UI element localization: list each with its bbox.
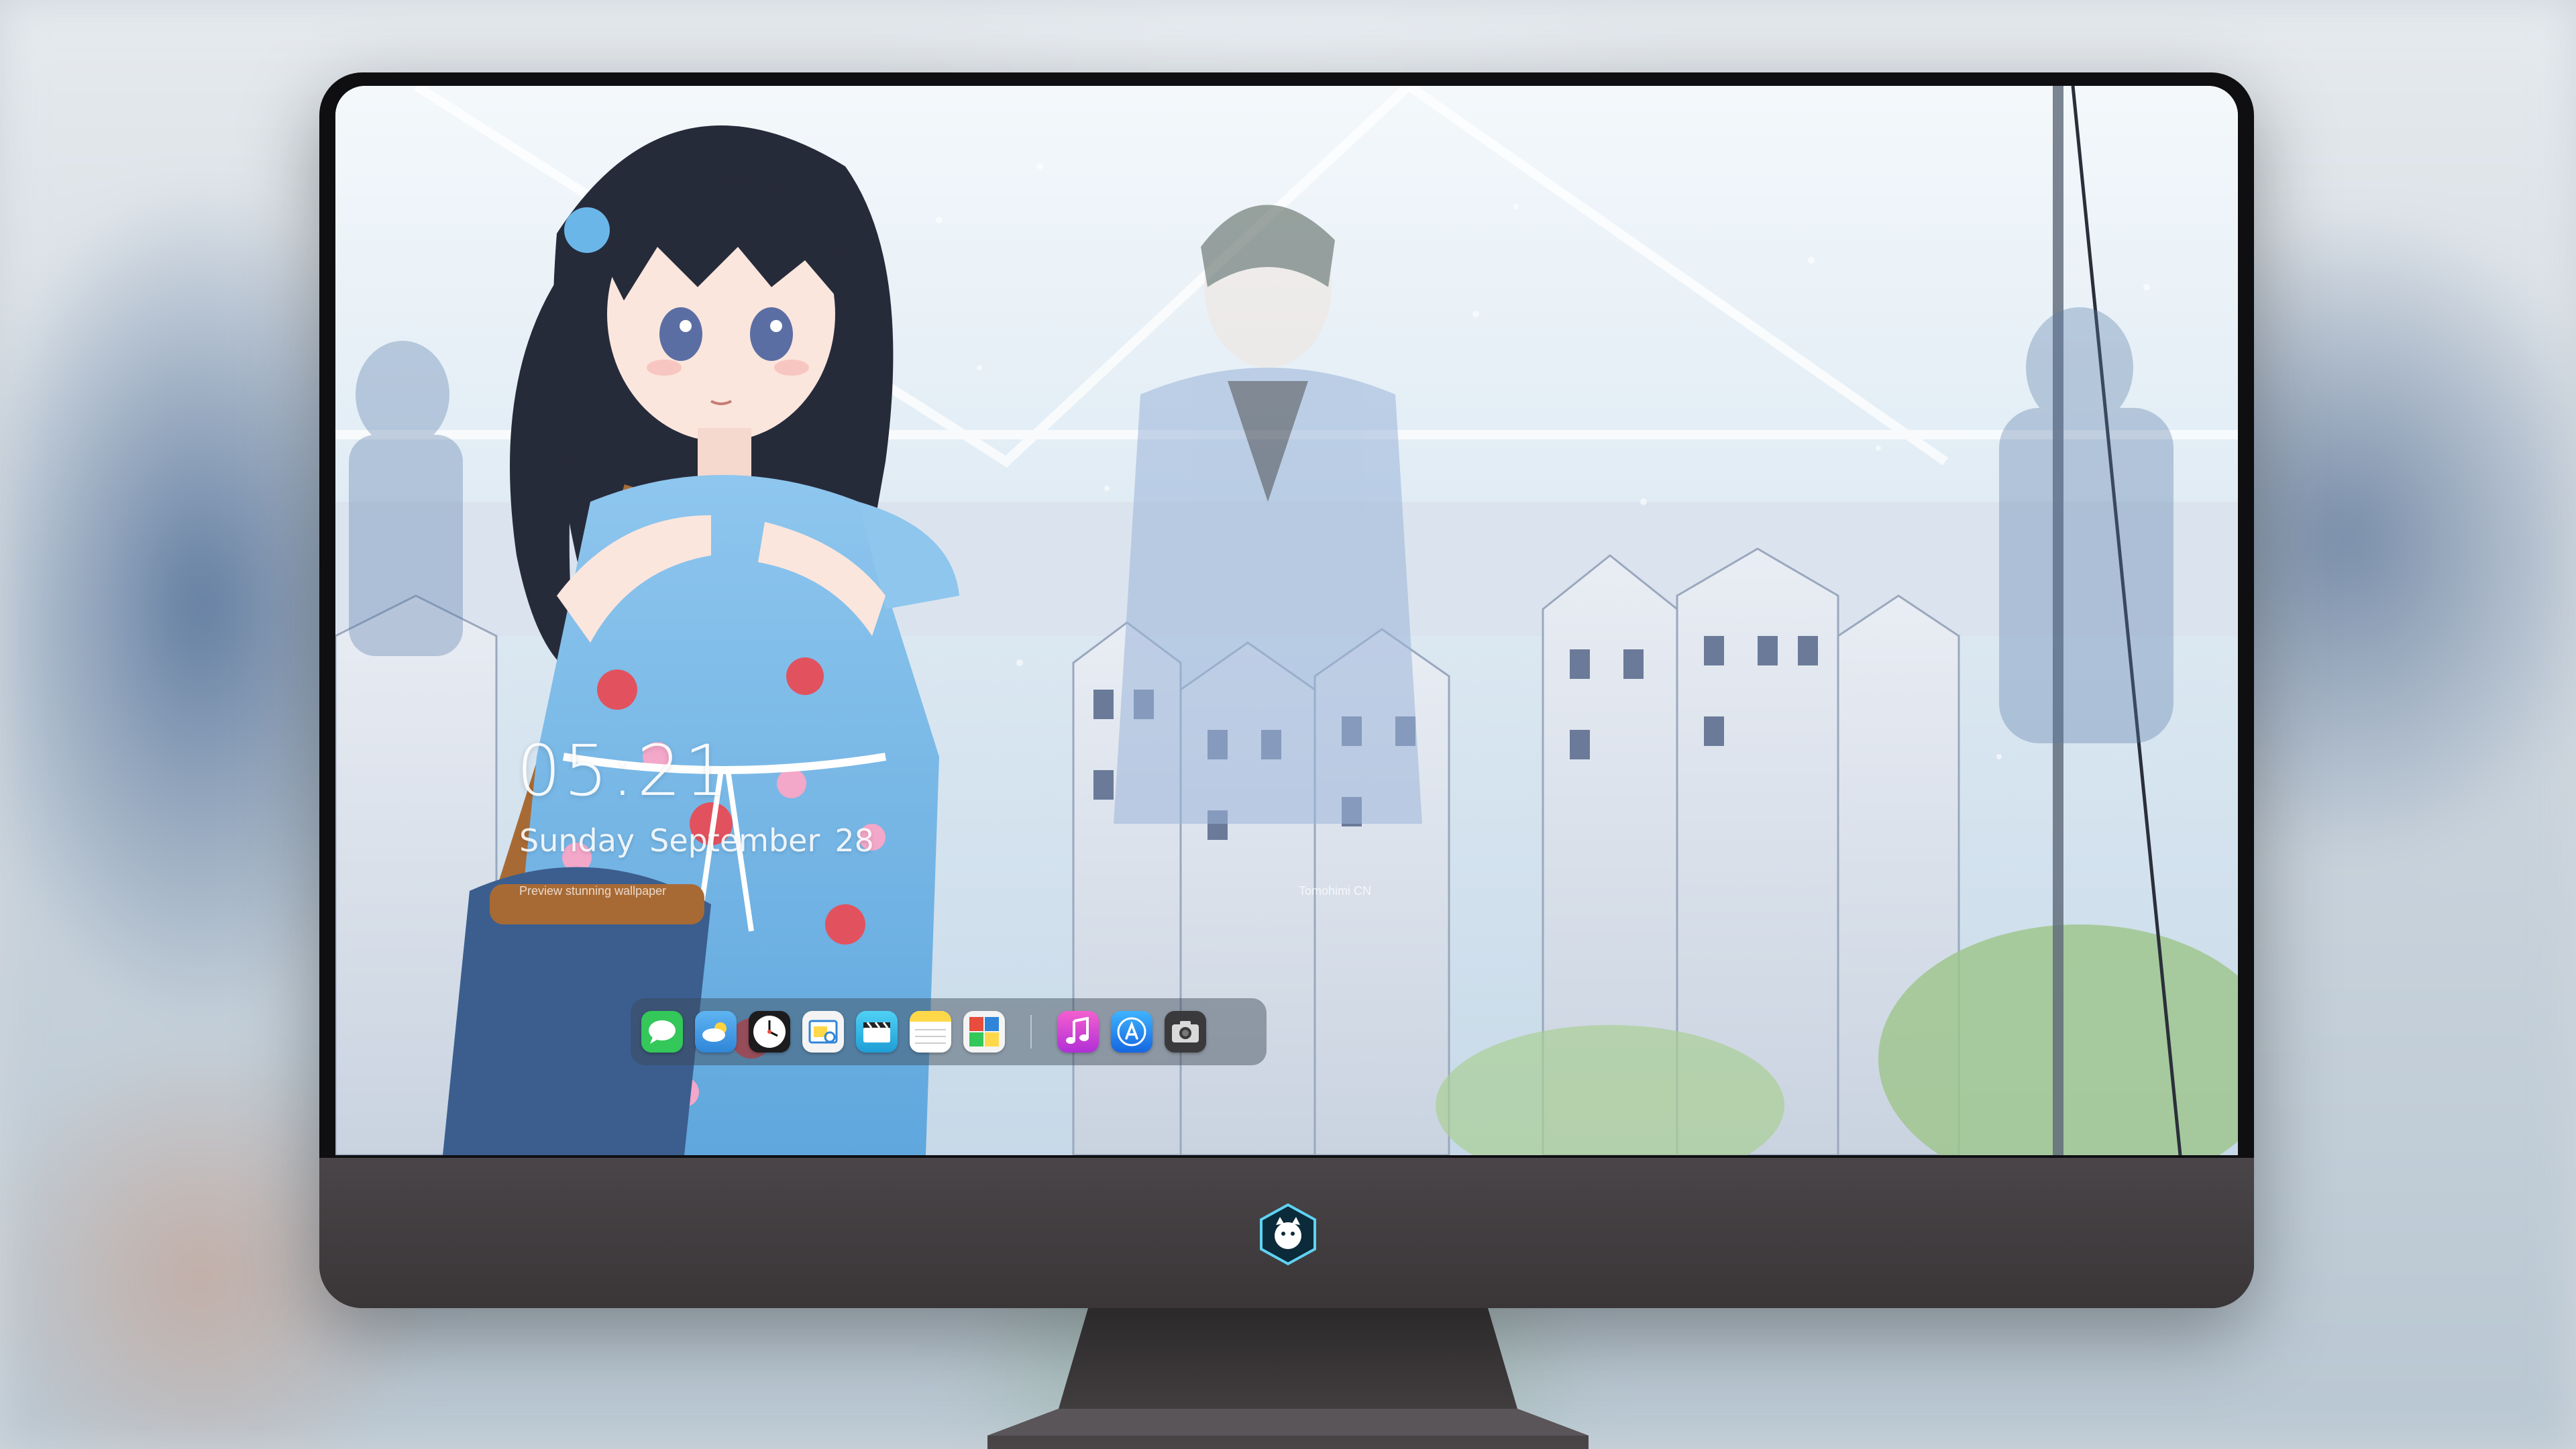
app-store-icon[interactable] [1111,1011,1152,1053]
screenshot-icon[interactable] [1165,1011,1206,1053]
date-weekday: Sunday [519,822,635,859]
notes-icon[interactable] [910,1011,951,1053]
anime-wallpaper [335,86,2238,1155]
clock-icon[interactable] [749,1011,790,1053]
brand-logo-icon [1260,1203,1316,1266]
preview-icon[interactable] [802,1011,844,1053]
clips-icon[interactable] [856,1011,898,1053]
wallpaper-credit: Preview stunning wallpaper Tomohimi CN [519,884,1371,898]
lock-screen-time: 05:21 [517,730,731,812]
weather-icon[interactable] [695,1011,737,1053]
credit-right: Tomohimi CN [1298,884,1371,898]
monitor-stand [987,1308,1589,1449]
lock-screen-date: Sunday September 28 [519,822,889,859]
date-day: 28 [835,822,874,859]
photo-booth-icon[interactable] [963,1011,1005,1053]
messages-icon[interactable] [641,1011,683,1053]
dock [631,998,1267,1065]
dock-separator [1030,1015,1032,1049]
credit-left: Preview stunning wallpaper [519,884,667,898]
lock-screen: 05:21 Sunday September 28 Preview stunning… [335,86,2238,1155]
itunes-icon[interactable] [1057,1011,1099,1053]
date-month: September [649,822,820,859]
